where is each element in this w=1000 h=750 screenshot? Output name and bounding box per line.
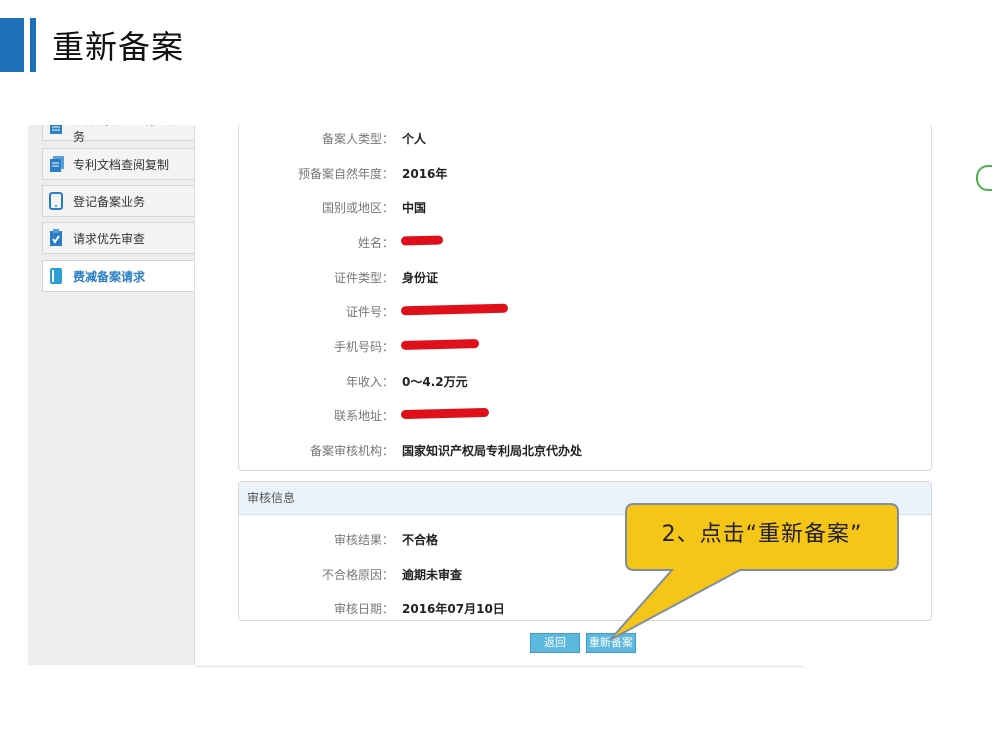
header-accent-bar — [0, 18, 24, 72]
info-row: 手机号码： — [239, 335, 931, 357]
sidebar-item-label: 文件副本&证明文件业务 — [73, 125, 190, 144]
sidebar: 文件副本&证明文件业务 专利文档查阅复制 登记备案业务 请求优先审查 费减备案请… — [28, 125, 195, 665]
sidebar-item-label: 费减备案请求 — [73, 269, 146, 284]
sidebar-item-document-copy[interactable]: 文件副本&证明文件业务 — [42, 125, 194, 144]
phone-register-icon — [49, 192, 63, 210]
header-accent-bar-thin — [30, 18, 36, 72]
book-icon — [49, 267, 63, 285]
phone-redaction — [400, 338, 480, 351]
sidebar-item-label: 专利文档查阅复制 — [73, 157, 170, 172]
info-row: 年收入： 0～4.2万元 — [345, 375, 468, 389]
id-number-redaction — [400, 303, 509, 316]
info-row: 预备案自然年度： 2016年 — [297, 167, 448, 181]
sidebar-item-priority-exam[interactable]: 请求优先审查 — [42, 222, 194, 254]
info-row: 姓名： — [239, 231, 931, 253]
address-redaction — [400, 407, 490, 420]
document-list-icon — [49, 125, 63, 137]
sidebar-item-label: 登记备案业务 — [73, 194, 146, 209]
info-row: 联系地址： — [239, 404, 931, 426]
sidebar-item-patent-docs[interactable]: 专利文档查阅复制 — [42, 148, 194, 180]
info-row: 国别或地区： 中国 — [321, 201, 427, 215]
clipboard-check-icon — [49, 229, 63, 247]
sidebar-item-label: 请求优先审查 — [73, 231, 146, 246]
info-row: 备案审核机构： 国家知识产权局专利局北京代办处 — [309, 444, 583, 458]
back-button[interactable]: 返回 — [530, 633, 580, 653]
info-row: 证件号： — [239, 300, 931, 322]
sidebar-item-fee-reduction[interactable]: 费减备案请求 — [42, 260, 194, 292]
documents-copy-icon — [49, 155, 64, 173]
callout-text: 2、点击“重新备案” — [661, 522, 863, 547]
info-row: 备案人类型： 个人 — [321, 132, 427, 146]
screenshot-bottom-edge — [195, 665, 805, 668]
sidebar-item-registration[interactable]: 登记备案业务 — [42, 185, 194, 217]
filing-info-card: 备案人类型： 个人 预备案自然年度： 2016年 国别或地区： 中国 姓名： 证… — [238, 125, 932, 471]
name-redaction — [400, 235, 444, 246]
edge-widget-icon — [976, 165, 992, 191]
info-row: 证件类型： 身份证 — [333, 271, 439, 285]
slide-title: 重新备案 — [52, 28, 185, 66]
